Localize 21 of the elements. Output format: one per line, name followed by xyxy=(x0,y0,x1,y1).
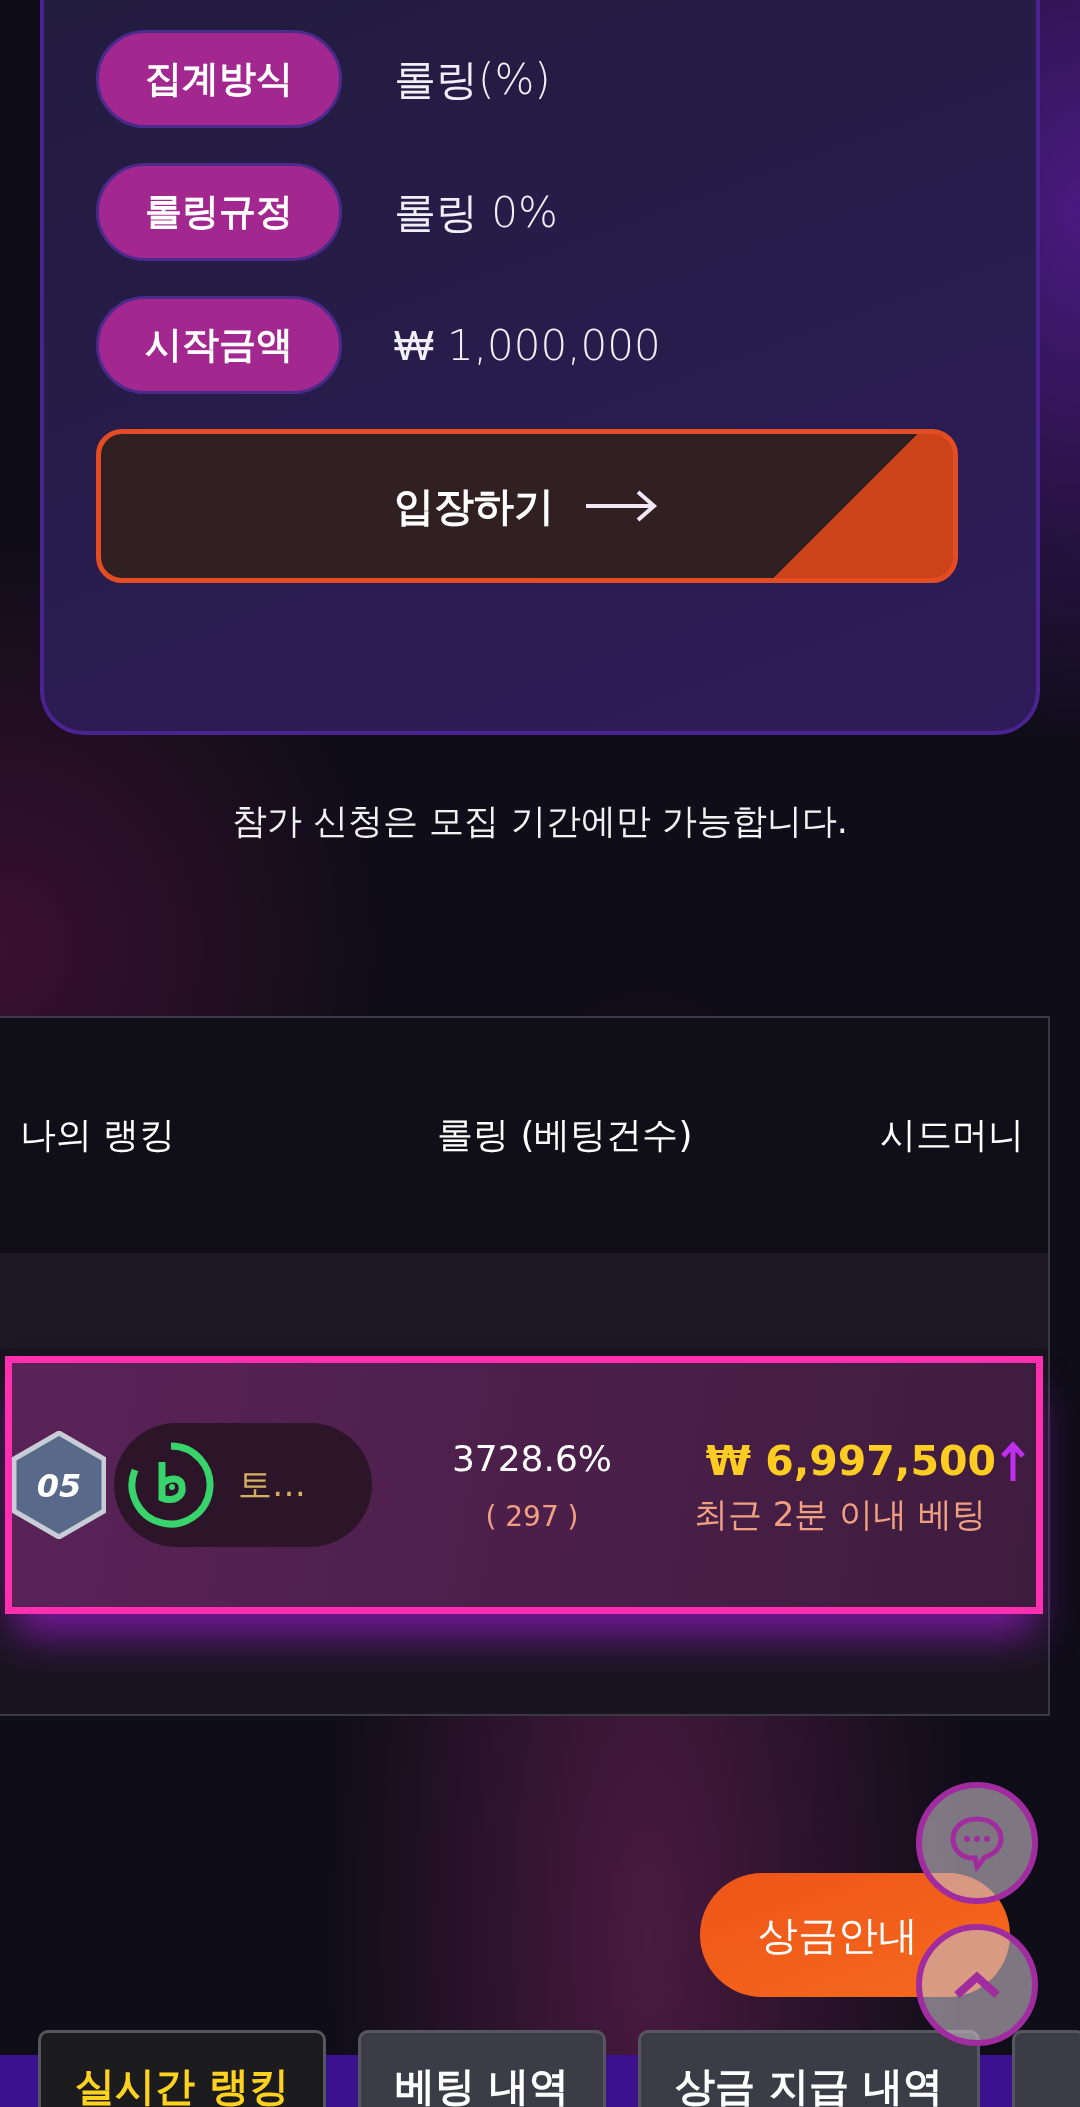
info-value: 롤링(%) xyxy=(394,53,551,106)
info-value: ₩ 1,000,000 xyxy=(394,319,661,372)
bet-note: 최근 2분 이내 베팅 xyxy=(692,1493,986,1537)
label-pill: 롤링규정 xyxy=(96,163,342,261)
notice-text: 참가 신청은 모집 기간에만 가능합니다. xyxy=(231,800,849,843)
tab[interactable]: 베팅 내역 xyxy=(357,2030,606,2107)
chevron-up-icon xyxy=(952,1970,1002,2000)
column-header: 나의 랭킹 xyxy=(20,1113,176,1157)
seed-money: ₩ 6,997,500 xyxy=(705,1430,1026,1493)
enter-button[interactable]: 입장하기 xyxy=(96,429,958,583)
column-header: 시드머니 xyxy=(880,1113,1024,1157)
rolling-percent: 3728.6% xyxy=(450,1436,614,1481)
column-header: 롤링 (베팅건수) xyxy=(437,1113,693,1157)
bet-count: ( 297 ) xyxy=(484,1498,580,1535)
tab[interactable]: 상금 지급 내역 xyxy=(637,2030,980,2107)
info-value: 롤링 0% xyxy=(394,186,558,239)
label-pill: 집계방식 xyxy=(96,30,342,128)
tab[interactable]: 실시간 랭킹 xyxy=(38,2030,326,2107)
user-name: 토… xyxy=(238,1463,306,1506)
label-pill: 시작금액 xyxy=(96,296,342,394)
rank-badge: 05 xyxy=(12,1430,106,1539)
